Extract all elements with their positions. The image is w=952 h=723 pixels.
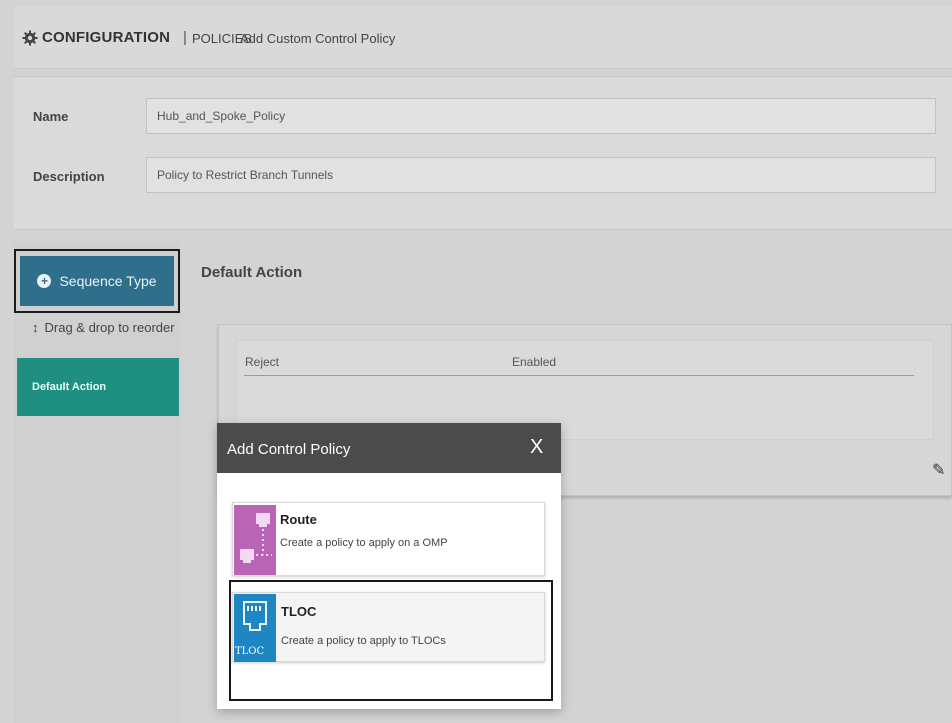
route-option-description: Create a policy to apply on a OMP bbox=[280, 537, 448, 549]
name-field[interactable]: Hub_and_Spoke_Policy bbox=[146, 98, 936, 134]
description-field[interactable]: Policy to Restrict Branch Tunnels bbox=[146, 157, 936, 193]
drag-hint-text: Drag & drop to reorder bbox=[44, 320, 175, 335]
tloc-option-title: TLOC bbox=[281, 604, 317, 619]
modal-title: Add Control Policy bbox=[227, 441, 351, 458]
route-icon bbox=[234, 505, 276, 575]
gear-icon bbox=[22, 30, 38, 46]
breadcrumb-section[interactable]: CONFIGURATION bbox=[42, 29, 170, 46]
reorder-arrows-icon: ↕ bbox=[32, 320, 39, 335]
route-option-title: Route bbox=[280, 512, 317, 527]
sidebar-item-default-action[interactable]: Default Action bbox=[17, 358, 179, 416]
section-title: Default Action bbox=[201, 264, 303, 281]
page-subtitle: Add Custom Control Policy bbox=[240, 31, 396, 46]
row-divider bbox=[244, 375, 914, 376]
sequence-type-button[interactable]: + Sequence Type bbox=[20, 256, 174, 306]
plus-circle-icon: + bbox=[37, 274, 52, 288]
tloc-option-description: Create a policy to apply to TLOCs bbox=[281, 635, 446, 647]
action-status: Enabled bbox=[512, 355, 557, 369]
tloc-icon-label: TLOC bbox=[235, 646, 265, 657]
close-icon[interactable]: X bbox=[530, 436, 543, 459]
sequence-type-label: Sequence Type bbox=[59, 273, 157, 289]
edit-pencil-icon[interactable]: ✎ bbox=[932, 460, 945, 480]
breadcrumb-separator: | bbox=[183, 29, 187, 46]
name-label: Name bbox=[33, 109, 69, 124]
tloc-option[interactable] bbox=[232, 592, 545, 662]
action-value: Reject bbox=[245, 355, 280, 369]
sequence-sidebar bbox=[14, 242, 181, 723]
description-label: Description bbox=[33, 169, 105, 184]
drag-hint: ↕ Drag & drop to reorder bbox=[32, 320, 175, 335]
